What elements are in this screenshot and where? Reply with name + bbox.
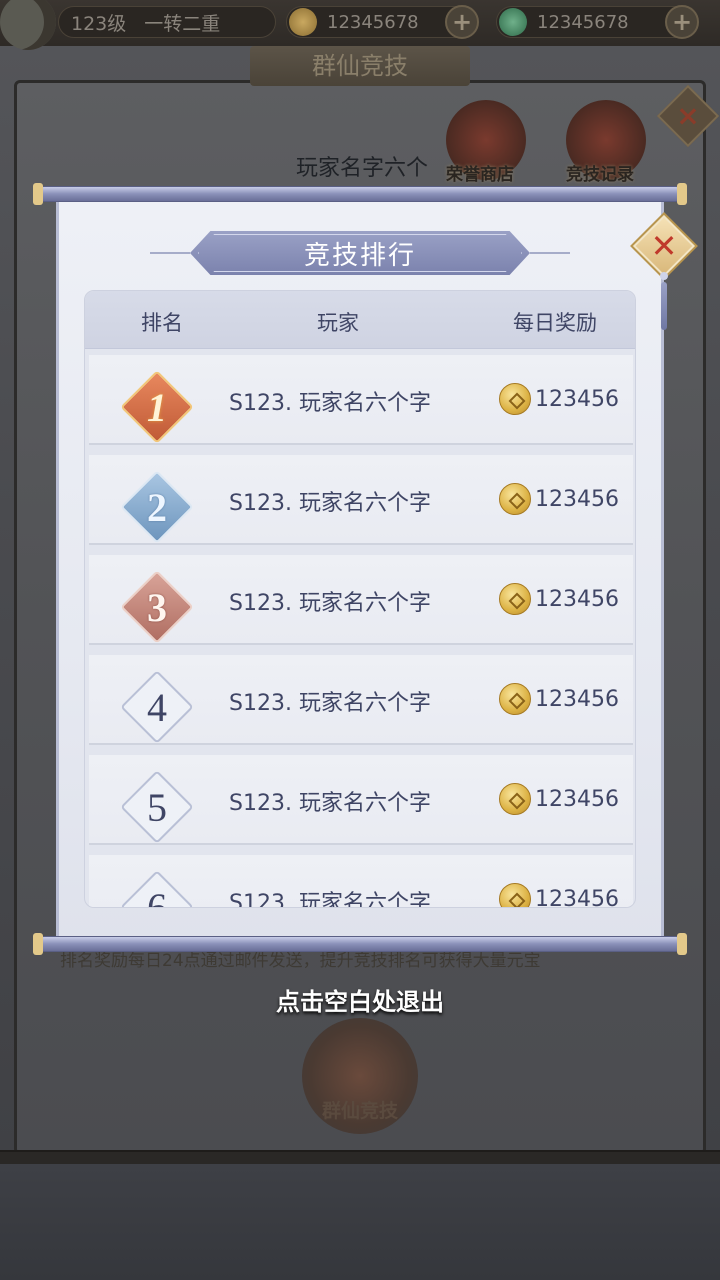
header-player: 玩家 — [317, 311, 359, 335]
table-row[interactable]: 4 S123. 玩家名六个字 123456 — [89, 655, 633, 745]
reward-amount: 123456 — [535, 386, 619, 412]
table-row[interactable]: 2 S123. 玩家名六个字 123456 — [89, 455, 633, 545]
header-reward: 每日奖励 — [513, 311, 597, 335]
coin-amount: 12345678 — [327, 11, 419, 33]
coin-icon — [289, 8, 317, 36]
daily-reward: 123456 — [499, 583, 619, 615]
player-name: S123. 玩家名六个字 — [229, 491, 431, 516]
tassel-ornament — [660, 272, 668, 342]
close-icon: × — [676, 99, 700, 132]
exit-hint[interactable]: 点击空白处退出 — [0, 982, 720, 1017]
rank-number: 4 — [147, 684, 167, 730]
reward-amount: 123456 — [535, 886, 619, 908]
player-name: S123. 玩家名六个字 — [229, 791, 431, 816]
rank-number: 1 — [147, 384, 167, 430]
title-divider-left — [150, 252, 190, 254]
background-divider — [0, 1150, 720, 1164]
player-name: S123. 玩家名六个字 — [229, 391, 431, 416]
table-row[interactable]: 6 S123. 玩家名六个字 123456 — [89, 855, 633, 908]
coin-icon — [499, 483, 531, 515]
reward-amount: 123456 — [535, 686, 619, 712]
scroll-rod-top — [33, 183, 687, 205]
coin-icon — [499, 383, 531, 415]
rank-number: 6 — [147, 884, 167, 908]
rank-badge: 6 — [119, 869, 195, 908]
rank-number: 5 — [147, 784, 167, 830]
coin-icon — [499, 883, 531, 907]
honor-shop-label: 荣誉商店 — [446, 165, 514, 185]
rank-number: 2 — [147, 484, 167, 530]
jade-amount: 12345678 — [537, 11, 629, 33]
rank-badge: 4 — [119, 669, 195, 745]
player-name: S123. 玩家名六个字 — [229, 591, 431, 616]
jade-icon — [499, 8, 527, 36]
coin-icon — [499, 583, 531, 615]
battle-record-label: 竞技记录 — [566, 165, 634, 185]
reward-amount: 123456 — [535, 586, 619, 612]
add-coins-button[interactable]: + — [445, 5, 479, 39]
avatar[interactable] — [0, 0, 56, 50]
title-divider-right — [530, 252, 570, 254]
coin-icon — [499, 683, 531, 715]
coin-currency: 12345678 + — [286, 5, 479, 39]
reward-amount: 123456 — [535, 486, 619, 512]
daily-reward: 123456 — [499, 383, 619, 415]
ranking-table[interactable]: 排名 玩家 每日奖励 1 S123. 玩家名六个字 123456 2 S123.… — [84, 290, 636, 908]
table-header: 排名 玩家 每日奖励 — [85, 291, 635, 349]
rank-badge: 5 — [119, 769, 195, 845]
header-rank: 排名 — [141, 311, 183, 335]
rank-badge-gold: 1 — [119, 369, 195, 445]
background-footer — [0, 1164, 720, 1280]
background-title: 群仙竞技 — [250, 46, 470, 86]
background-player-name: 玩家名字六个 — [296, 156, 429, 181]
daily-reward: 123456 — [499, 483, 619, 515]
table-row[interactable]: 3 S123. 玩家名六个字 123456 — [89, 555, 633, 645]
arena-button-label: 群仙竞技 — [321, 1100, 398, 1122]
coin-icon — [499, 783, 531, 815]
table-row[interactable]: 5 S123. 玩家名六个字 123456 — [89, 755, 633, 845]
rank-number: 3 — [147, 584, 167, 630]
daily-reward: 123456 — [499, 883, 619, 908]
modal-title: 竞技排行 — [303, 240, 416, 271]
top-status-bar: 123级 一转二重 12345678 + 12345678 + — [0, 0, 720, 50]
modal-title-banner: 竞技排行 — [190, 231, 530, 275]
jade-currency: 12345678 + — [496, 5, 699, 39]
level-display: 123级 一转二重 — [58, 6, 276, 38]
reward-amount: 123456 — [535, 786, 619, 812]
scroll-rod-bottom — [33, 933, 687, 955]
level-text: 123级 — [71, 12, 127, 35]
close-icon: ✕ — [650, 227, 678, 265]
player-name: S123. 玩家名六个字 — [229, 891, 431, 908]
daily-reward: 123456 — [499, 683, 619, 715]
table-row[interactable]: 1 S123. 玩家名六个字 123456 — [89, 355, 633, 445]
player-name: S123. 玩家名六个字 — [229, 691, 431, 716]
stage-text: 一转二重 — [144, 12, 221, 35]
add-jade-button[interactable]: + — [665, 5, 699, 39]
rank-badge-silver: 2 — [119, 469, 195, 545]
daily-reward: 123456 — [499, 783, 619, 815]
rank-badge-bronze: 3 — [119, 569, 195, 645]
